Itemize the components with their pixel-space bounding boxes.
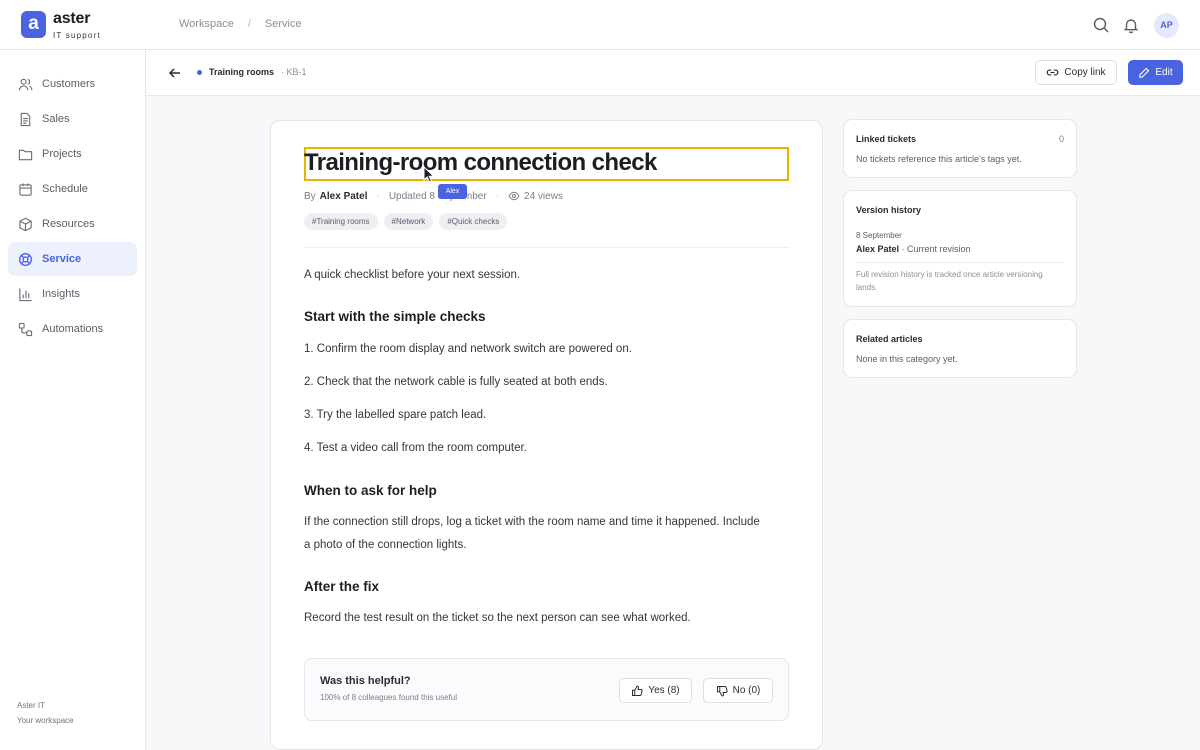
sidebar-item-sales[interactable]: Sales (8, 102, 137, 136)
linked-tickets-panel: Linked tickets 0 No tickets reference th… (843, 119, 1077, 178)
sidebar-item-label: Resources (42, 218, 95, 230)
bar-chart-icon (19, 287, 32, 301)
breadcrumb-workspace[interactable]: Workspace (179, 18, 234, 30)
thumbs-down-icon (716, 685, 728, 696)
brand-subtitle: IT support (53, 31, 101, 40)
thumbs-up-icon (632, 685, 643, 696)
author-name: Alex Patel (319, 190, 368, 202)
sidebar-item-projects[interactable]: Projects (8, 137, 137, 171)
document-icon (20, 112, 31, 126)
brand-logo[interactable]: a (21, 11, 46, 38)
folder-icon (18, 149, 33, 160)
workflow-icon (18, 322, 33, 336)
feedback-summary: 100% of 8 colleagues found this useful (320, 693, 457, 702)
sidebar-item-schedule[interactable]: Schedule (8, 172, 137, 206)
box-icon (19, 217, 32, 231)
search-icon[interactable] (1092, 16, 1110, 34)
sidebar-item-customers[interactable]: Customers (8, 67, 137, 101)
feedback-question: Was this helpful? (320, 675, 411, 687)
sidebar-item-resources[interactable]: Resources (8, 207, 137, 241)
category-dot (197, 70, 202, 75)
revision-note: Full revision history is tracked once ar… (856, 270, 1043, 292)
eye-icon (508, 191, 520, 201)
breadcrumb: Workspace / Service (179, 18, 302, 30)
sidebar-item-label: Customers (42, 78, 96, 90)
tag-list: #Training rooms #Network #Quick checks (304, 213, 508, 230)
version-history-panel: Version history 8 September Alex Patel ·… (843, 190, 1077, 307)
panel-title: Related articles (856, 334, 923, 344)
sidebar-item-automations[interactable]: Automations (8, 312, 137, 346)
by-label: By (304, 190, 316, 202)
sidebar-item-insights[interactable]: Insights (8, 277, 137, 311)
checklist-step: 3. Try the labelled spare patch lead. (304, 409, 487, 421)
section-heading: Start with the simple checks (304, 309, 486, 324)
article-toolbar: Training rooms · KB-1 Copy link Edit (146, 50, 1200, 96)
checklist-step: 4. Test a video call from the room compu… (304, 442, 527, 454)
revision-date: 8 September (856, 231, 902, 240)
fix-paragraph: Record the test result on the ticket so … (304, 612, 691, 624)
tag-chip[interactable]: #Network (383, 213, 434, 230)
lifebuoy-icon (19, 252, 32, 266)
tag-chip[interactable]: #Training rooms (304, 213, 378, 230)
tag-chip[interactable]: #Quick checks (439, 213, 508, 230)
help-paragraph-line: If the connection still drops, log a tic… (304, 516, 760, 528)
help-paragraph-line: a photo of the connection lights. (304, 539, 467, 551)
meta-separator: · (376, 190, 380, 202)
vote-yes-label: Yes (8) (648, 685, 680, 696)
checklist-step: 2. Check that the network cable is fully… (304, 376, 608, 388)
article-intro: A quick checklist before your next sessi… (304, 269, 521, 281)
panel-text: No tickets reference this article's tags… (856, 154, 1022, 164)
brand-name: aster (53, 10, 91, 27)
sidebar-item-service[interactable]: Service (8, 242, 137, 276)
article-id: · KB-1 (281, 67, 307, 77)
breadcrumb-separator: / (247, 18, 251, 30)
meta-separator: · (495, 190, 500, 202)
sidebar-item-label: Service (42, 253, 82, 265)
calendar-icon (19, 182, 32, 196)
category-label[interactable]: Training rooms (209, 67, 274, 77)
checklist-step: 1. Confirm the room display and network … (304, 343, 632, 355)
edit-label: Edit (1155, 67, 1173, 78)
vote-no-label: No (0) (732, 685, 761, 696)
view-count: 24 views (524, 190, 563, 202)
collaborator-tooltip: Alex (438, 184, 467, 199)
divider (856, 262, 1064, 263)
workspace-name: Aster IT (17, 701, 46, 710)
sidebar-item-label: Automations (42, 323, 104, 335)
workspace-caption: Your workspace (17, 716, 74, 725)
mouse-cursor-icon (423, 166, 435, 183)
vote-yes-button[interactable]: Yes (8) (619, 678, 692, 703)
top-bar: a aster IT support Workspace / Service A… (0, 0, 1200, 50)
vote-no-button[interactable]: No (0) (703, 678, 773, 703)
link-icon (1047, 69, 1059, 76)
users-icon (18, 78, 33, 90)
revision-author: Alex Patel (856, 244, 900, 254)
article-meta: By Alex Patel · Updated 8 September · 24… (304, 190, 563, 202)
copy-link-button[interactable]: Copy link (1035, 60, 1117, 85)
related-articles-panel: Related articles None in this category y… (843, 319, 1077, 378)
sidebar: Customers Sales Projects Schedule Resour… (0, 50, 146, 750)
back-arrow-icon[interactable] (167, 65, 183, 81)
breadcrumb-service[interactable]: Service (265, 18, 302, 30)
sidebar-item-label: Schedule (42, 183, 88, 195)
article-title[interactable]: Training-room connection check (304, 149, 657, 177)
copy-link-label: Copy link (1064, 67, 1106, 78)
divider (304, 247, 789, 248)
panel-title: Linked tickets (856, 134, 917, 144)
bell-icon[interactable] (1122, 16, 1140, 34)
sidebar-item-label: Insights (42, 288, 80, 300)
pencil-icon (1139, 67, 1150, 78)
sidebar-item-label: Sales (42, 113, 70, 125)
edit-button[interactable]: Edit (1128, 60, 1183, 85)
section-heading: After the fix (304, 579, 380, 594)
section-heading: When to ask for help (304, 483, 437, 498)
sidebar-item-label: Projects (42, 148, 82, 160)
revision-entry[interactable]: Alex Patel · Current revision (856, 244, 971, 254)
feedback-box: Was this helpful? 100% of 8 colleagues f… (304, 658, 789, 721)
revision-status: · Current revision (899, 244, 971, 254)
user-avatar[interactable]: AP (1154, 13, 1179, 38)
linked-count: 0 (1058, 134, 1064, 144)
panel-title: Version history (856, 205, 922, 215)
panel-text: None in this category yet. (856, 354, 958, 364)
